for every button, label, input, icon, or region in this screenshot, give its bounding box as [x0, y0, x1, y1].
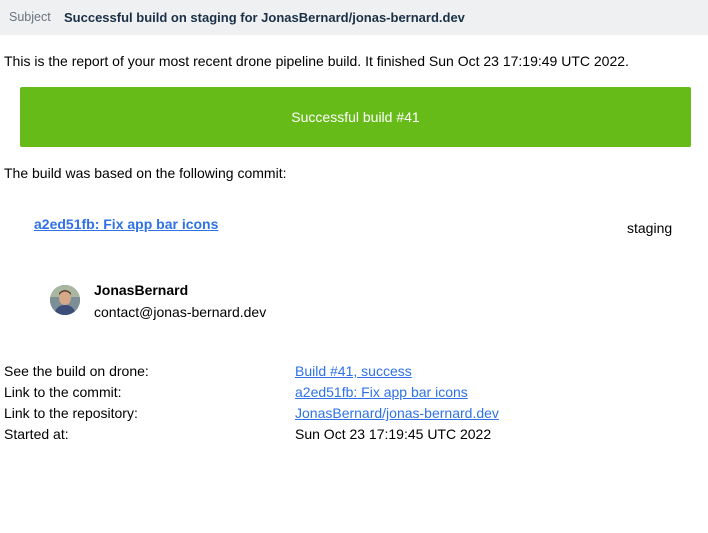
repository-link-label: Link to the repository: — [4, 405, 138, 421]
branch-label: staging — [627, 220, 673, 236]
subject-label: Subject — [9, 10, 51, 24]
started-at-label: Started at: — [4, 426, 69, 442]
subject-bar: Subject Successful build on staging for … — [0, 0, 708, 35]
author-name: JonasBernard — [94, 282, 189, 298]
build-status-banner: Successful build #41 — [20, 87, 691, 147]
intro-text: This is the report of your most recent d… — [4, 53, 629, 69]
author-email: contact@jonas-bernard.dev — [94, 304, 267, 320]
started-at-value: Sun Oct 23 17:19:45 UTC 2022 — [295, 426, 492, 442]
repository-link[interactable]: JonasBernard/jonas-bernard.dev — [295, 405, 499, 421]
build-link[interactable]: Build #41, success — [295, 363, 412, 379]
author-avatar — [50, 285, 80, 315]
build-link-label: See the build on drone: — [4, 363, 149, 379]
avatar-image — [50, 285, 80, 315]
email-subject: Successful build on staging for JonasBer… — [64, 10, 465, 25]
commit-detail-link[interactable]: a2ed51fb: Fix app bar icons — [295, 384, 468, 400]
commit-link-label: Link to the commit: — [4, 384, 122, 400]
build-status-label: Successful build #41 — [291, 109, 420, 125]
commit-intro-text: The build was based on the following com… — [4, 165, 287, 181]
commit-link[interactable]: a2ed51fb: Fix app bar icons — [34, 216, 218, 232]
